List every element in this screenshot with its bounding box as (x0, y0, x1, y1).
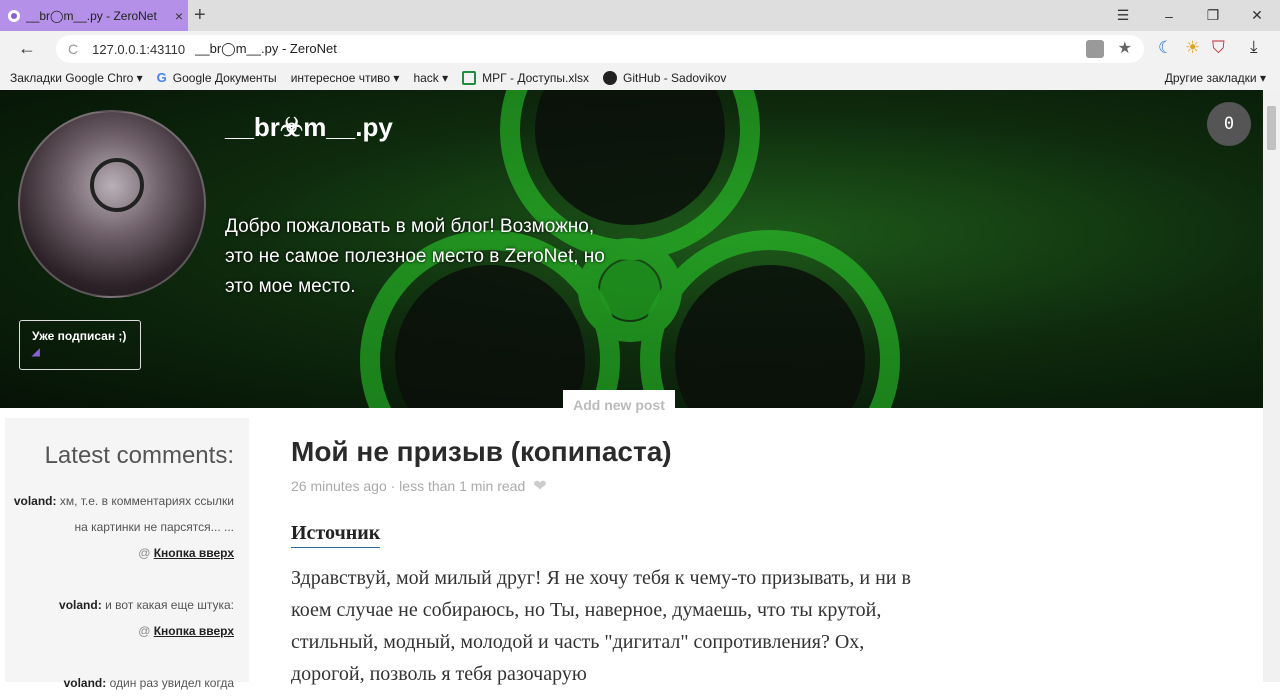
post-body: Здравствуй, мой милый друг! Я не хочу те… (291, 567, 911, 685)
notification-counter[interactable]: 0 (1207, 102, 1251, 146)
comment-user[interactable]: voland: (14, 494, 57, 508)
menu-icon[interactable]: ☰ (1100, 0, 1146, 31)
comment-post-link[interactable]: Кнопка вверх (154, 546, 234, 560)
heart-icon[interactable]: ❤ (533, 476, 546, 496)
bookmark-folder[interactable]: интересное чтиво ▾ (291, 71, 400, 85)
comment-text: и вот какая еще штука: (105, 598, 234, 612)
url-field[interactable]: C 127.0.0.1:43110 __br◯m__.py - ZeroNet … (56, 35, 1144, 63)
bookmark-folder[interactable]: Закладки Google Chro ▾ (10, 71, 143, 85)
post-meta: 26 minutes ago · less than 1 min read ❤ (291, 476, 931, 496)
at-symbol: @ (138, 624, 151, 638)
sidebar-title: Latest comments: (44, 442, 234, 469)
comment-user[interactable]: voland: (59, 598, 102, 612)
add-new-post-button[interactable]: Add new post (563, 390, 675, 420)
post-title[interactable]: Мой не призыв (копипаста) (291, 436, 931, 468)
bookmark-github[interactable]: GitHub - Sadovikov (603, 71, 726, 85)
comment-user[interactable]: voland: (64, 676, 107, 690)
bookmarks-bar: Закладки Google Chro ▾ G Google Документы… (0, 66, 1280, 90)
page-scrollbar[interactable] (1263, 90, 1280, 682)
comment-text: один раз увидел когда (109, 676, 234, 690)
welcome-text: Добро пожаловать в мой блог! Возможно, э… (225, 216, 605, 297)
comment-text: хм, т.е. в комментариях ссылки на картин… (59, 494, 234, 534)
at-symbol: @ (138, 546, 151, 560)
comment-item: voland: и вот какая еще штука: @ Кнопка … (10, 592, 234, 644)
blog-post: Мой не призыв (копипаста) 26 minutes ago… (291, 436, 931, 690)
reload-icon[interactable]: C (68, 41, 78, 57)
site-info-icon[interactable] (1085, 40, 1104, 58)
scrollbar-thumb[interactable] (1267, 106, 1276, 150)
zeronet-favicon-icon (8, 9, 20, 22)
bookmark-google-docs[interactable]: G Google Документы (156, 70, 277, 86)
rss-icon: ◢ (32, 347, 40, 358)
bookmark-star-icon[interactable]: ★ (1118, 40, 1132, 58)
bookmark-sheet[interactable]: МРГ - Доступы.xlsx (462, 71, 589, 85)
extension-moon-icon[interactable]: ☾ (1158, 38, 1173, 58)
sheets-icon (462, 71, 477, 85)
extension-shield-icon[interactable]: ⛉ (1212, 38, 1225, 58)
comment-item: voland: хм, т.е. в комментариях ссылки н… (10, 488, 234, 566)
other-bookmarks[interactable]: Другие закладки ▾ (1165, 71, 1266, 85)
avatar[interactable] (18, 110, 206, 298)
tab-title: __br◯m__.py - ZeroNet (26, 8, 157, 23)
back-button[interactable]: ← (18, 38, 36, 59)
url-host: 127.0.0.1:43110 (92, 41, 186, 57)
github-icon (603, 71, 618, 85)
bookmark-folder[interactable]: hack ▾ (413, 71, 448, 85)
close-window-button[interactable]: ✕ (1234, 0, 1280, 31)
source-link[interactable]: Источник (291, 522, 381, 548)
subscribe-label: Уже подписан ;) (32, 329, 127, 343)
comment-post-link[interactable]: Кнопка вверх (154, 624, 234, 638)
subscribe-button[interactable]: Уже подписан ;) ◢ (19, 320, 141, 370)
new-tab-button[interactable]: + (194, 4, 206, 27)
tab-bar: __br◯m__.py - ZeroNet × + ☰ – ❐ ✕ (0, 0, 1280, 31)
restore-button[interactable]: ❐ (1190, 0, 1236, 31)
tab-active[interactable]: __br◯m__.py - ZeroNet × (0, 0, 188, 31)
extension-weather-icon[interactable]: ☀ (1185, 38, 1200, 58)
download-icon[interactable]: ⤓ (1250, 37, 1258, 57)
tab-close-icon[interactable]: × (170, 8, 188, 24)
header-banner (0, 90, 1263, 408)
minimize-button[interactable]: – (1146, 0, 1192, 31)
url-page-title: __br◯m__.py - ZeroNet (195, 41, 337, 56)
post-date: 26 minutes ago · less than 1 min read (291, 478, 526, 494)
latest-comments-sidebar: Latest comments: voland: хм, т.е. в комм… (5, 418, 249, 690)
comment-item: voland: один раз увидел когда (10, 670, 234, 696)
address-bar-row: ← C 127.0.0.1:43110 __br◯m__.py - ZeroNe… (0, 31, 1280, 66)
google-icon: G (156, 70, 167, 85)
site-title[interactable]: __br☣m__.py (225, 112, 393, 143)
